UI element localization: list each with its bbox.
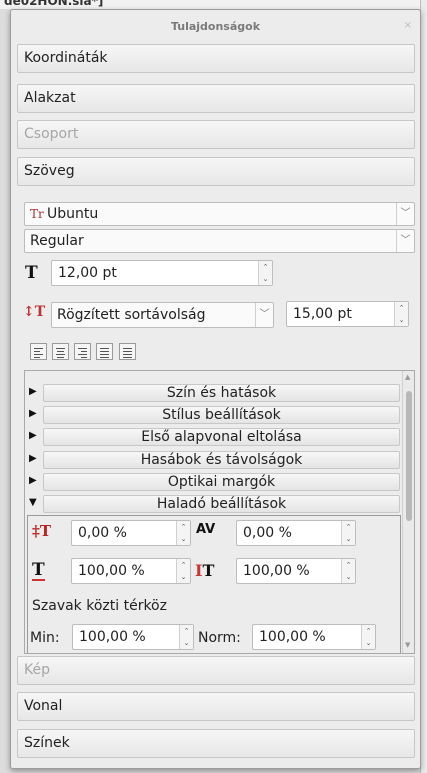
spin-down-icon[interactable]: ⌄ — [342, 571, 355, 583]
align-right-icon[interactable] — [74, 343, 92, 360]
tree-item-stilus-beallitasok[interactable]: ▶ Stílus beállítások — [27, 405, 402, 425]
tracking-input[interactable]: 0,00 % ⌃ ⌄ — [236, 520, 356, 546]
spin-buttons[interactable]: ⌃ ⌄ — [341, 521, 355, 545]
spin-up-icon[interactable]: ⌃ — [177, 559, 190, 571]
spin-buttons[interactable]: ⌃ ⌄ — [341, 559, 355, 583]
min-label: Min: — [30, 630, 60, 646]
spin-buttons[interactable]: ⌃ ⌄ — [394, 302, 408, 326]
background-window-title: de02HON.sla*] — [0, 0, 427, 9]
align-left-icon[interactable] — [30, 343, 47, 360]
tree-item-szin-es-hatasok[interactable]: ▶ Szín és hatások — [27, 383, 402, 403]
spin-up-icon[interactable]: ⌃ — [395, 302, 408, 314]
spin-up-icon[interactable]: ⌃ — [177, 521, 190, 533]
spin-down-icon[interactable]: ⌄ — [395, 314, 408, 326]
spin-down-icon[interactable]: ⌄ — [342, 533, 355, 545]
spin-buttons[interactable]: ⌃ ⌄ — [176, 559, 190, 583]
spin-up-icon[interactable]: ⌃ — [342, 521, 355, 533]
spin-up-icon[interactable]: ⌃ — [342, 559, 355, 571]
spin-down-icon[interactable]: ⌄ — [259, 273, 272, 285]
vertical-scale-icon: IT — [195, 561, 215, 580]
expand-arrow-icon[interactable]: ▶ — [29, 453, 37, 464]
section-szoveg[interactable]: Szöveg — [17, 157, 415, 186]
spin-down-icon[interactable]: ⌄ — [362, 637, 375, 649]
expand-arrow-icon[interactable]: ▶ — [29, 386, 37, 397]
align-center-icon[interactable] — [52, 343, 70, 360]
scroll-down-icon[interactable]: ▼ — [405, 641, 410, 649]
spin-buttons[interactable]: ⌃ ⌄ — [258, 261, 272, 285]
horizontal-scale-icon: T — [32, 560, 45, 581]
align-justify-icon[interactable] — [96, 343, 114, 360]
chevron-down-icon: ﹀ — [396, 230, 414, 252]
spin-up-icon[interactable]: ⌃ — [259, 261, 272, 273]
section-szinek[interactable]: Színek — [17, 729, 415, 758]
spin-down-icon[interactable]: ⌄ — [180, 637, 193, 649]
baseline-offset-icon: ‡T — [32, 522, 52, 540]
panel-title: Tulajdonságok — [170, 20, 261, 33]
word-spacing-min-input[interactable]: 100,00 % ⌃ ⌄ — [72, 624, 194, 650]
tracking-icon: AV — [196, 522, 216, 537]
spin-up-icon[interactable]: ⌃ — [180, 625, 193, 637]
spin-buttons[interactable]: ⌃ ⌄ — [361, 625, 375, 649]
baseline-offset-input[interactable]: 0,00 % ⌃ ⌄ — [71, 520, 191, 546]
font-size-input[interactable]: 12,00 pt ⌃ ⌄ — [51, 260, 273, 286]
norm-label: Norm: — [198, 630, 241, 646]
section-alakzat[interactable]: Alakzat — [17, 84, 415, 113]
advanced-settings-group: ‡T 0,00 % ⌃ ⌄ AV 0,00 % ⌃ ⌄ T 100,00 % ⌃ ⌄ … — [27, 515, 401, 653]
horizontal-scale-input[interactable]: 100,00 % ⌃ ⌄ — [71, 558, 191, 584]
section-kep: Kép — [17, 656, 415, 685]
properties-panel: Tulajdonságok × Koordináták Alakzat Csop… — [10, 9, 421, 769]
scrollbar-thumb[interactable] — [406, 391, 412, 521]
section-csoport: Csoport — [17, 120, 415, 149]
tree-item-hasabok-es-tavolsagok[interactable]: ▶ Hasábok és távolságok — [27, 450, 402, 470]
section-koordinatak[interactable]: Koordináták — [17, 44, 415, 73]
tree-item-elso-alapvonal-eltolasa[interactable]: ▶ Első alapvonal eltolása — [27, 427, 402, 447]
spin-down-icon[interactable]: ⌄ — [177, 533, 190, 545]
chevron-down-icon: ﹀ — [255, 303, 273, 327]
vertical-scale-input[interactable]: 100,00 % ⌃ ⌄ — [236, 558, 356, 584]
word-spacing-label: Szavak közti térköz — [32, 598, 167, 614]
expand-arrow-icon[interactable]: ▶ — [29, 475, 37, 486]
font-style-select[interactable]: Regular ﹀ — [24, 229, 415, 253]
tree-scrollbar[interactable]: ▲ ▼ — [402, 371, 414, 653]
tree-item-optikai-margok[interactable]: ▶ Optikai margók — [27, 472, 402, 492]
font-type-icon: Tr — [30, 207, 44, 221]
line-spacing-mode-select[interactable]: Rögzített sortávolság ﹀ — [51, 302, 274, 328]
tree-item-halado-beallitasok[interactable]: ▼ Haladó beállítások — [27, 494, 402, 514]
expand-arrow-icon[interactable]: ▶ — [29, 408, 37, 419]
chevron-down-icon: ﹀ — [396, 203, 414, 225]
scroll-up-icon[interactable]: ▲ — [405, 373, 410, 381]
font-family-select[interactable]: Tr Ubuntu ﹀ — [24, 202, 415, 226]
spin-buttons[interactable]: ⌃ ⌄ — [176, 521, 190, 545]
font-size-icon: T — [25, 263, 38, 283]
line-spacing-input[interactable]: 15,00 pt ⌃ ⌄ — [286, 301, 409, 327]
spin-down-icon[interactable]: ⌄ — [177, 571, 190, 583]
expand-arrow-icon[interactable]: ▶ — [29, 430, 37, 441]
word-spacing-norm-input[interactable]: 100,00 % ⌃ ⌄ — [252, 624, 376, 650]
section-vonal[interactable]: Vonal — [17, 692, 415, 721]
line-spacing-icon: ↕T — [23, 304, 46, 320]
align-forced-justify-icon[interactable] — [118, 343, 136, 360]
close-icon[interactable]: × — [404, 20, 412, 31]
background-window-edge — [420, 0, 427, 773]
collapse-arrow-icon[interactable]: ▼ — [29, 497, 37, 508]
spin-up-icon[interactable]: ⌃ — [362, 625, 375, 637]
alignment-buttons — [30, 343, 137, 360]
text-properties-tree: ▶ Szín és hatások ▶ Stílus beállítások ▶… — [24, 370, 415, 654]
spin-buttons[interactable]: ⌃ ⌄ — [179, 625, 193, 649]
